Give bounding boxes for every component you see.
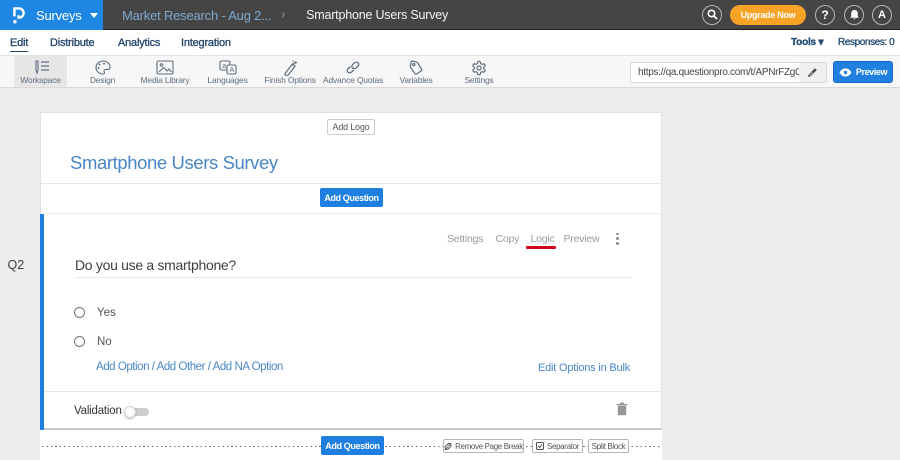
svg-text:A: A	[229, 67, 234, 74]
svg-text:a: a	[222, 63, 226, 70]
